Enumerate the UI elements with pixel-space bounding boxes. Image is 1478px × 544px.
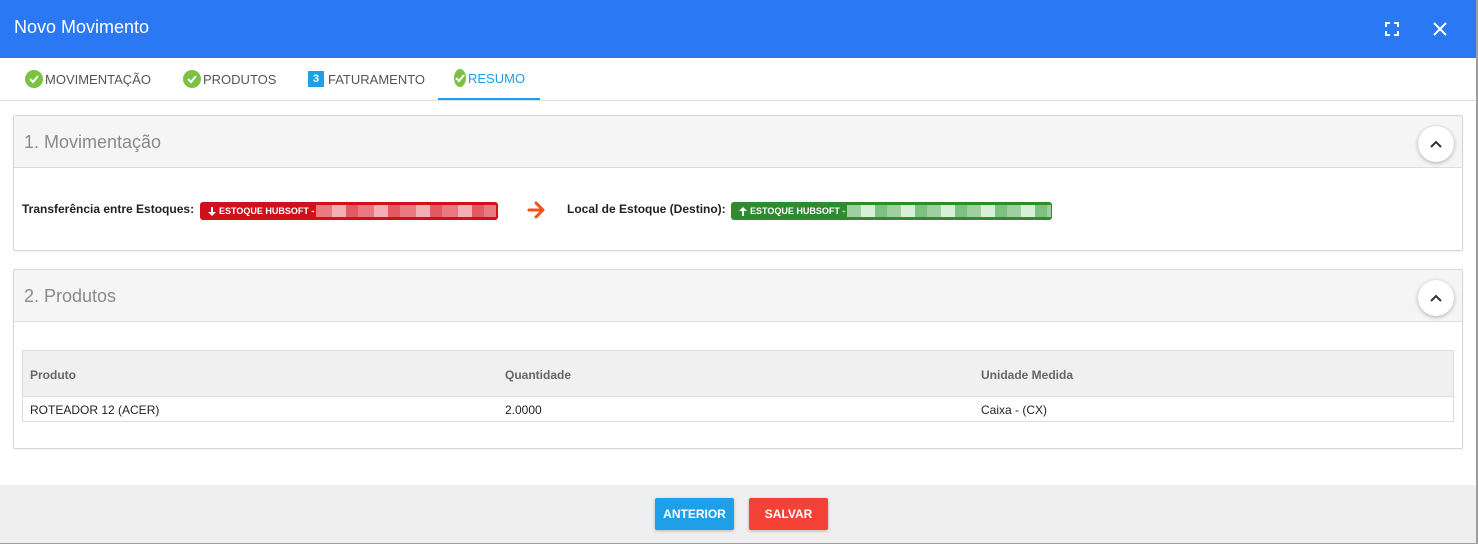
column-header-quantidade: Quantidade	[505, 368, 572, 382]
transfer-label: Transferência entre Estoques:	[22, 202, 195, 216]
panel-title: 2. Produtos	[24, 286, 117, 306]
table-header: Produto Quantidade Unidade Medida	[23, 351, 1453, 397]
cell-unidade: Caixa - (CX)	[981, 403, 1048, 417]
collapse-button[interactable]	[1418, 126, 1454, 162]
destination-stock-text: ESTOQUE HUBSOFT -	[750, 206, 846, 216]
arrow-down-icon	[208, 206, 216, 216]
close-icon[interactable]	[1428, 17, 1452, 41]
panel-header: 2. Produtos	[14, 270, 1462, 322]
panel-title: 1. Movimentação	[24, 132, 162, 152]
check-icon	[25, 70, 43, 88]
tab-resumo[interactable]: RESUMO	[438, 58, 540, 100]
table-row: ROTEADOR 12 (ACER) 2.0000 Caixa - (CX)	[23, 397, 1453, 421]
previous-button[interactable]: ANTERIOR	[655, 498, 734, 530]
arrow-right-icon	[527, 201, 545, 219]
cell-produto: ROTEADOR 12 (ACER)	[30, 403, 160, 417]
collapse-button[interactable]	[1418, 280, 1454, 316]
redacted-text	[847, 205, 1052, 217]
tab-produtos[interactable]: PRODUTOS	[183, 58, 276, 100]
panel-movimentacao: 1. Movimentação Transferência entre Esto…	[13, 115, 1463, 251]
origin-stock-text: ESTOQUE HUBSOFT -	[219, 206, 315, 216]
wizard-tabs: MOVIMENTAÇÃO PRODUTOS 3 FATURAMENTO RESU…	[0, 58, 1476, 101]
redacted-text	[316, 205, 497, 217]
tab-label: PRODUTOS	[203, 71, 277, 87]
tab-label: FATURAMENTO	[328, 71, 426, 87]
origin-stock-badge: ESTOQUE HUBSOFT -	[200, 202, 498, 220]
destination-label: Local de Estoque (Destino):	[567, 202, 726, 216]
new-movement-dialog: Novo Movimento MOVIMENTAÇÃO PRODUTOS 3 F…	[0, 0, 1478, 544]
arrow-up-icon	[739, 206, 747, 216]
dialog-header: Novo Movimento	[0, 0, 1476, 58]
chevron-up-icon	[1430, 140, 1442, 148]
tab-label: MOVIMENTAÇÃO	[45, 71, 151, 87]
products-table: Produto Quantidade Unidade Medida ROTEAD…	[22, 350, 1454, 422]
column-header-unidade: Unidade Medida	[981, 368, 1074, 382]
check-icon	[183, 70, 201, 88]
step-number: 3	[308, 71, 324, 87]
column-header-produto: Produto	[30, 368, 76, 382]
fullscreen-icon[interactable]	[1380, 17, 1404, 41]
tab-label: RESUMO	[468, 70, 526, 86]
chevron-up-icon	[1430, 294, 1442, 302]
dialog-footer: ANTERIOR SALVAR	[0, 485, 1476, 543]
destination-stock-badge: ESTOQUE HUBSOFT -	[731, 202, 1052, 220]
save-button[interactable]: SALVAR	[749, 498, 828, 530]
cell-quantidade: 2.0000	[505, 403, 542, 417]
check-icon	[454, 69, 466, 87]
panel-header: 1. Movimentação	[14, 116, 1462, 168]
panel-produtos: 2. Produtos Produto Quantidade Unidade M…	[13, 269, 1463, 449]
tab-movimentacao[interactable]: MOVIMENTAÇÃO	[25, 58, 151, 100]
dialog-title: Novo Movimento	[14, 17, 150, 37]
tab-faturamento[interactable]: 3 FATURAMENTO	[308, 58, 425, 100]
